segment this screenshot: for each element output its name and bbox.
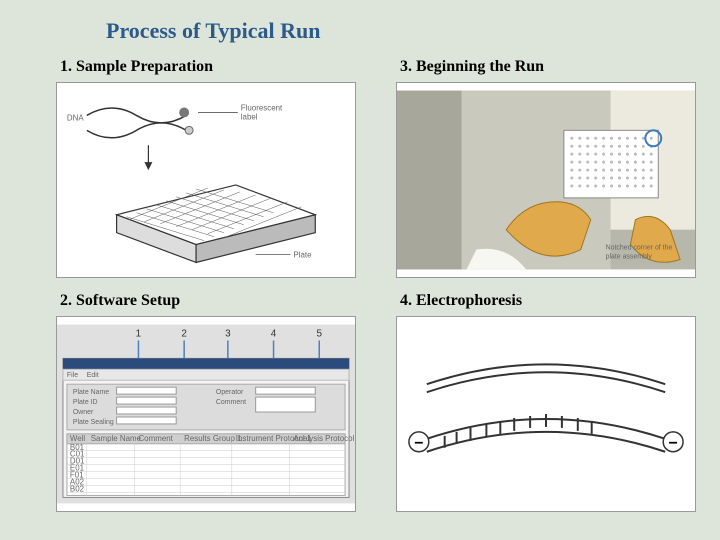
- fig2-h-comment: Comment: [138, 434, 173, 443]
- fig2-l-owner: Owner: [73, 409, 94, 416]
- step-2-label: 2. Software Setup: [60, 292, 356, 310]
- fig2-h-results: Results Group 1: [184, 434, 242, 443]
- fig2-col-5: 5: [316, 329, 322, 340]
- fig3-caption-l1: Notched corner of the: [606, 245, 673, 252]
- step-1: 1. Sample Preparation DNA Fluorescent la…: [56, 58, 356, 278]
- fig2-l-plate-id: Plate ID: [73, 399, 98, 406]
- slide-title: Process of Typical Run: [106, 18, 690, 44]
- fig2-h-sample: Sample Name: [91, 434, 142, 443]
- step-3-label: 3. Beginning the Run: [400, 58, 696, 76]
- step-4: 4. Electrophoresis: [396, 292, 696, 512]
- fig3-caption-l2: plate assembly: [606, 253, 653, 260]
- fig2-h-well: Well: [70, 434, 86, 443]
- fig2-l-plate-sealing: Plate Sealing: [73, 419, 114, 426]
- fig1-dna-label: DNA: [67, 113, 84, 122]
- figure-software-setup: 1 2 3 4 5: [56, 316, 356, 512]
- content-grid: 1. Sample Preparation DNA Fluorescent la…: [56, 58, 690, 512]
- fig2-menu-file: File: [67, 372, 78, 379]
- fig2-well-6: B02: [70, 484, 85, 493]
- fig1-fluor-label-l1: Fluorescent: [241, 103, 283, 112]
- fig2-col-1: 1: [136, 329, 142, 340]
- fig1-plate-label: Plate: [293, 250, 312, 259]
- step-2: 2. Software Setup 1 2 3 4 5: [56, 292, 356, 512]
- fig2-r-comment: Comment: [216, 399, 246, 406]
- fig1-fluor-label-l2: label: [241, 112, 258, 121]
- figure-sample-prep: DNA Fluorescent label: [56, 82, 356, 278]
- figure-begin-run: Notched corner of the plate assembly: [396, 82, 696, 278]
- fig4-left-electrode: −: [414, 435, 423, 452]
- fig2-col-4: 4: [271, 329, 277, 340]
- step-3: 3. Beginning the Run: [396, 58, 696, 278]
- fig2-l-plate-name: Plate Name: [73, 389, 109, 396]
- fig2-r-operator: Operator: [216, 389, 244, 396]
- fig2-col-3: 3: [225, 329, 231, 340]
- slide: Process of Typical Run 1. Sample Prepara…: [0, 0, 720, 540]
- step-1-label: 1. Sample Preparation: [60, 58, 356, 76]
- fig2-h-analysis: Analysis Protocol 1: [293, 434, 355, 443]
- fig2-col-2: 2: [181, 329, 187, 340]
- fig4-right-electrode: −: [669, 435, 678, 452]
- fig2-menu-edit: Edit: [87, 372, 99, 379]
- step-4-label: 4. Electrophoresis: [400, 292, 696, 310]
- figure-electrophoresis: − −: [396, 316, 696, 512]
